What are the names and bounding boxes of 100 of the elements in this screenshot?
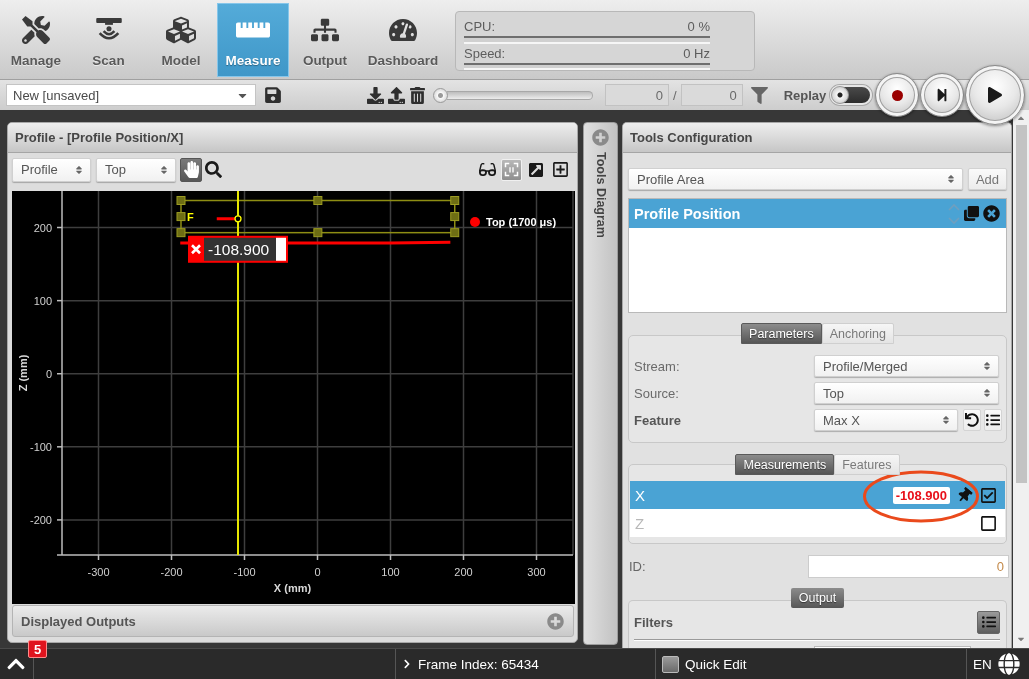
measurement-name: Z <box>635 514 645 532</box>
checkbox[interactable] <box>980 514 997 532</box>
source-select[interactable]: Top <box>96 157 176 182</box>
axis-tick-label: -200 <box>29 513 52 526</box>
region-box[interactable] <box>176 196 460 238</box>
record-icon <box>891 89 903 101</box>
tab[interactable]: Measurements <box>735 454 835 475</box>
nav-tab[interactable]: Output <box>289 3 361 77</box>
axis-tick-label: 0 <box>314 566 321 578</box>
updown-caret-icon <box>159 164 169 175</box>
tab[interactable]: Features <box>834 454 900 475</box>
measurement-row[interactable]: X -108.900 <box>630 481 1005 509</box>
displayed-outputs-bar[interactable]: Displayed Outputs <box>12 605 574 637</box>
view-select[interactable]: Profile <box>12 157 91 182</box>
checkbox[interactable] <box>980 486 997 504</box>
slider-thumb[interactable] <box>433 87 448 103</box>
save-button[interactable] <box>264 86 282 104</box>
updown-caret-icon <box>946 174 956 184</box>
duplicate-icon[interactable] <box>964 206 979 221</box>
close-icon[interactable] <box>190 244 202 255</box>
field-label: Feature <box>634 412 682 428</box>
nav-tab[interactable]: Model <box>145 3 217 77</box>
gauge-icon <box>389 16 417 44</box>
checkbox[interactable] <box>662 655 679 673</box>
fit-view-icon <box>504 162 519 177</box>
legend-label: Top (1700 μs) <box>486 216 557 228</box>
pan-tool-button[interactable] <box>180 157 202 182</box>
stat-value: 0 Hz <box>683 45 710 61</box>
updown-caret-icon <box>982 388 992 398</box>
search-icon <box>204 161 222 178</box>
language-label: EN <box>973 656 992 672</box>
popout-icon <box>527 161 544 178</box>
axis-tick-label: -100 <box>29 440 52 453</box>
tab[interactable]: Parameters <box>741 323 822 344</box>
filter-button[interactable] <box>750 86 768 104</box>
measurement-value: -108.900 <box>892 486 950 504</box>
scrollbar[interactable] <box>1013 110 1029 648</box>
download-icon <box>367 86 384 104</box>
parameter-select[interactable]: Top <box>814 382 999 404</box>
tooltip-value: -108.900 <box>208 240 270 258</box>
nav-tab[interactable]: Scan <box>72 3 145 77</box>
tool-type-select[interactable]: Profile Area <box>628 168 963 190</box>
job-select[interactable]: New [unsaved] <box>6 84 256 106</box>
tab[interactable]: Anchoring <box>821 323 894 344</box>
save-icon <box>264 86 282 104</box>
parameter-select[interactable]: Profile/Merged <box>814 355 999 377</box>
notification-badge: 5 <box>28 640 47 658</box>
updown-caret-icon <box>941 415 951 425</box>
nav-tab[interactable]: Measure <box>217 3 289 77</box>
close-icon[interactable] <box>983 205 1000 222</box>
cursor-line[interactable] <box>237 191 239 556</box>
glasses-icon <box>479 161 496 178</box>
panel-title: Tools Configuration <box>630 130 753 145</box>
list-icon <box>986 413 1000 427</box>
panel-title: Tools Diagram <box>593 152 608 238</box>
scrollbar-thumb[interactable] <box>1015 125 1027 483</box>
frame-input[interactable]: 0 <box>680 84 743 106</box>
stat-label: CPU: <box>464 19 496 34</box>
tool-item[interactable]: Profile Position <box>629 199 1006 228</box>
updown-caret-icon <box>982 361 992 371</box>
replay-label: Replay <box>783 87 827 103</box>
download-button[interactable] <box>367 86 384 104</box>
filter-icon <box>750 86 768 104</box>
axis-tick-label: 0 <box>45 367 52 380</box>
frame-input[interactable]: 0 <box>605 84 669 106</box>
axis-tick-label: 100 <box>381 566 400 578</box>
quick-edit-label: Quick Edit <box>685 656 747 672</box>
frame-separator: / <box>673 87 677 103</box>
panel-title: Profile - [Profile Position/X] <box>15 130 184 145</box>
axis-tick-label: 100 <box>33 294 52 307</box>
cursor-marker-icon <box>234 215 242 223</box>
upload-button[interactable] <box>388 86 405 104</box>
nav-tab[interactable]: Manage <box>0 3 72 77</box>
trash-button[interactable] <box>409 86 426 104</box>
axis-tick-label: -100 <box>233 566 256 578</box>
add-button[interactable]: Add <box>968 168 1007 190</box>
sensor-icon <box>93 17 124 43</box>
chevron-right-icon[interactable] <box>402 659 412 669</box>
updown-caret-icon <box>74 164 84 175</box>
section-header: Output <box>790 588 845 608</box>
measurement-name: X <box>635 486 645 504</box>
axis-tick-label: 200 <box>33 221 52 234</box>
trash-icon <box>409 86 426 104</box>
reset-icon <box>965 413 979 427</box>
axis-tick-label: -200 <box>160 566 183 578</box>
frame-index: Frame Index: 65434 <box>418 656 539 672</box>
tools-icon <box>22 16 50 44</box>
tools-diagram-panel[interactable]: Tools Diagram <box>583 122 618 645</box>
id-input[interactable]: 0 <box>808 555 1009 578</box>
nav-tab[interactable]: Dashboard <box>361 3 445 77</box>
parameter-select[interactable]: Max X <box>814 409 958 431</box>
reset-button[interactable] <box>963 409 981 431</box>
replay-toggle[interactable] <box>830 85 873 105</box>
upload-icon <box>388 86 405 104</box>
globe-icon[interactable] <box>997 653 1020 675</box>
list-button[interactable] <box>977 610 1000 634</box>
cubes-icon <box>166 15 196 45</box>
tool-name: Profile Position <box>634 205 741 222</box>
axis-tick-label: -300 <box>87 566 110 578</box>
list-icon <box>981 615 996 629</box>
